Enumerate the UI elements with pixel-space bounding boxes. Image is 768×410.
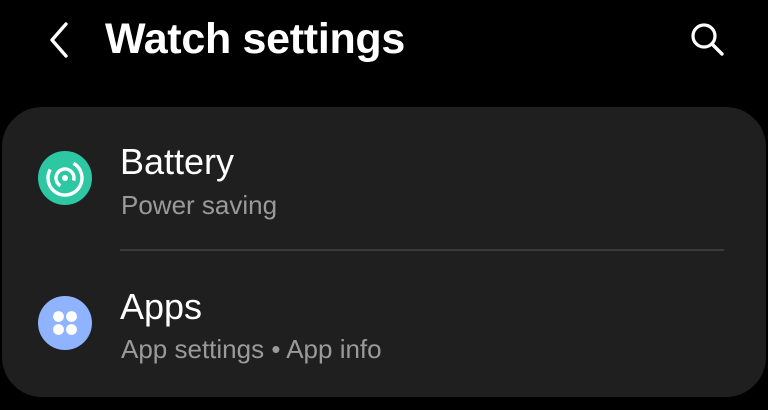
app-bar: Watch settings xyxy=(0,0,768,100)
settings-item-label: Apps xyxy=(120,286,203,327)
chevron-left-icon xyxy=(50,22,68,58)
search-button[interactable] xyxy=(682,14,734,66)
settings-card: Battery Power saving Apps App settings •… xyxy=(2,107,766,397)
divider xyxy=(120,249,724,251)
apps-grid-icon xyxy=(38,296,92,350)
settings-item-label: Battery xyxy=(120,141,235,182)
settings-item-battery[interactable]: Battery Power saving xyxy=(2,107,766,247)
settings-item-apps[interactable]: Apps App settings • App info xyxy=(2,252,766,392)
settings-item-subtitle: App settings • App info xyxy=(121,334,382,364)
page-title: Watch settings xyxy=(105,15,406,63)
back-button[interactable] xyxy=(36,14,82,66)
battery-power-icon xyxy=(38,151,92,205)
search-icon xyxy=(691,23,724,56)
settings-item-subtitle: Power saving xyxy=(121,190,278,220)
